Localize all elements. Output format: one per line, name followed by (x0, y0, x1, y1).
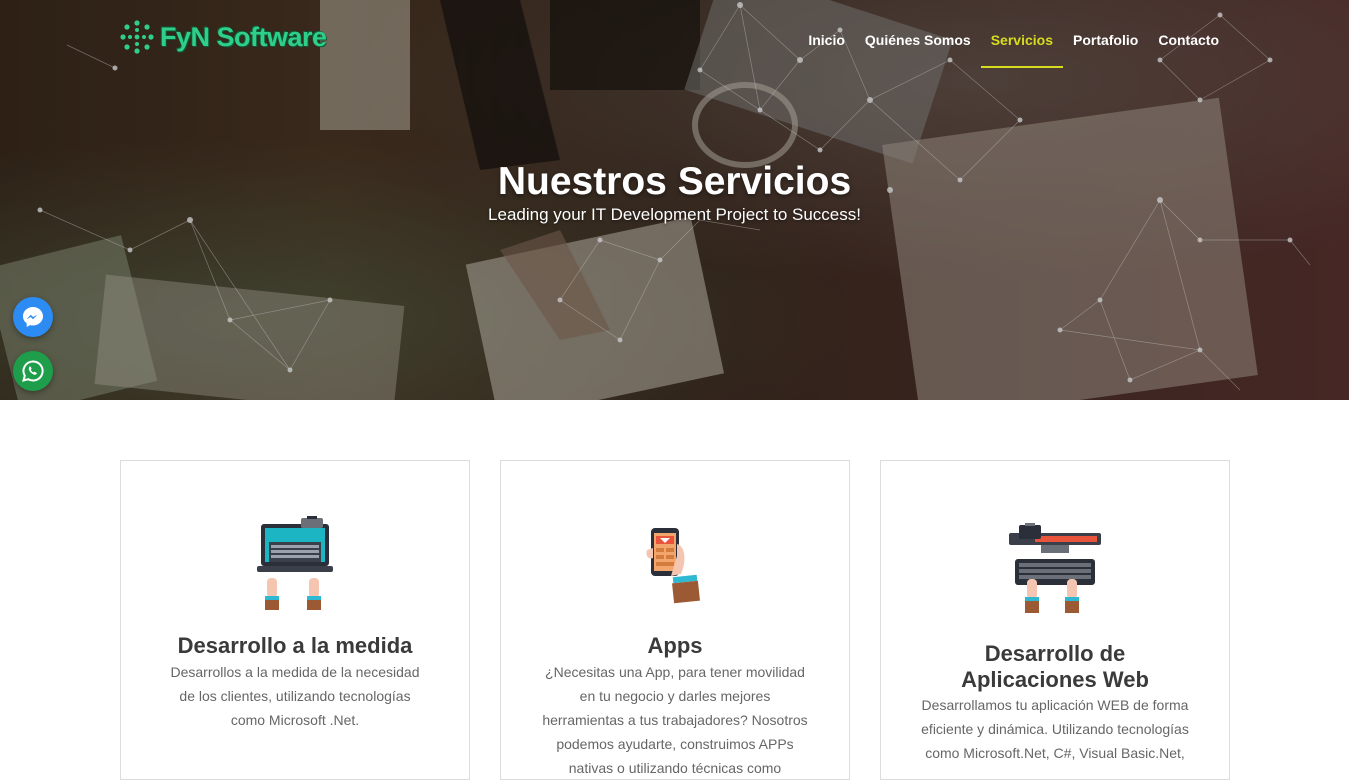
laptop-typing-icon (121, 516, 469, 612)
nav-item-quienes-somos[interactable]: Quiénes Somos (855, 30, 981, 68)
service-card: Desarrollo a la medida Desarrollos a la … (120, 460, 470, 780)
nav-item-inicio[interactable]: Inicio (798, 30, 855, 68)
nav-item-label: Portafolio (1072, 32, 1139, 48)
brand-name: FyN Software (160, 21, 327, 52)
service-card: Apps ¿Necesitas una App, para tener movi… (500, 460, 850, 780)
nav-item-label: Contacto (1158, 32, 1219, 48)
nav-item-label: Quiénes Somos (864, 32, 971, 48)
service-title: Apps (647, 633, 703, 658)
messenger-button[interactable] (13, 297, 53, 337)
service-card: Desarrollo de Aplicaciones Web Desarroll… (880, 460, 1230, 780)
nav-item-label: Inicio (808, 32, 845, 48)
main-nav: Inicio Quiénes Somos Servicios Portafoli… (798, 30, 1229, 68)
service-title: Desarrollo de Aplicaciones Web (961, 641, 1149, 692)
page-title: Nuestros Servicios (497, 160, 852, 203)
nav-item-contacto[interactable]: Contacto (1148, 30, 1229, 68)
service-description: Desarrollamos tu aplicación WEB de forma… (921, 697, 1189, 761)
brand-logo[interactable]: FyN Software (120, 20, 327, 54)
nav-item-servicios[interactable]: Servicios (980, 30, 1063, 68)
desktop-keyboard-icon (881, 523, 1229, 619)
nav-item-label: Servicios (990, 32, 1053, 48)
logo-mark-icon (120, 20, 154, 54)
whatsapp-icon (22, 360, 44, 382)
page-subtitle: Leading your IT Development Project to S… (488, 205, 861, 224)
nav-item-portafolio[interactable]: Portafolio (1063, 30, 1148, 68)
smartphone-app-icon (501, 526, 849, 610)
whatsapp-button[interactable] (13, 351, 53, 391)
service-description: ¿Necesitas una App, para tener movilidad… (542, 664, 808, 776)
service-description: Desarrollos a la medida de la necesidad … (170, 664, 420, 728)
messenger-icon (23, 307, 43, 327)
hero-banner: FyN Software Inicio Quiénes Somos Servic… (0, 0, 1349, 400)
active-nav-underline (980, 66, 1063, 68)
service-title: Desarrollo a la medida (177, 633, 413, 658)
